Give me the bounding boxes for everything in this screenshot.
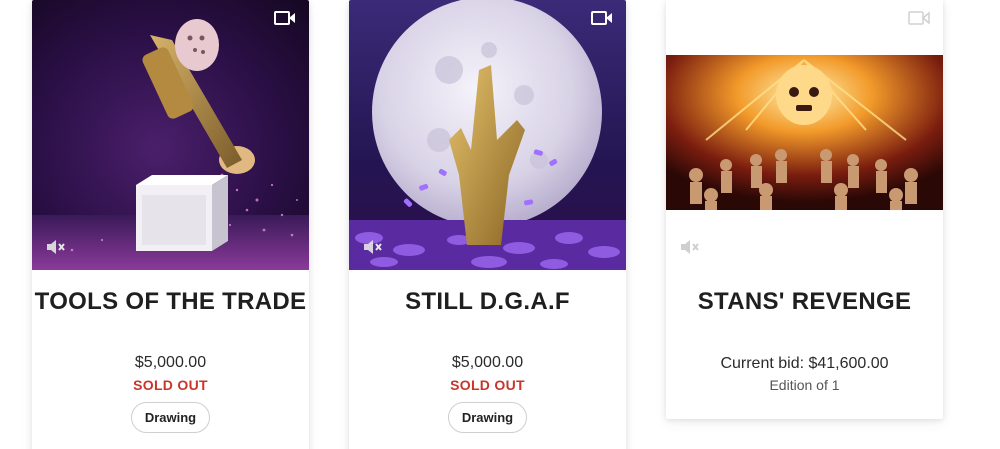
artwork-title[interactable]: STILL D.G.A.F [349,286,626,318]
video-icon [591,11,612,25]
artwork-title[interactable]: TOOLS OF THE TRADE [32,286,309,318]
artwork-image [666,0,943,270]
current-bid: Current bid: $41,600.00 [720,355,889,372]
tag-container: Drawing [349,402,626,433]
artwork-price: $5,000.00 [451,354,524,371]
category-tag[interactable]: Drawing [447,402,528,433]
artwork-title[interactable]: STANS' REVENGE [666,286,943,318]
video-icon [274,11,295,25]
artwork-card-still-dgaf[interactable]: STILL D.G.A.F $5,000.00 SOLD OUT Drawing [349,0,626,449]
artwork-card-tools-of-the-trade[interactable]: TOOLS OF THE TRADE $5,000.00 SOLD OUT Dr… [32,0,309,449]
muted-speaker-icon[interactable] [361,236,383,258]
category-tag[interactable]: Drawing [130,402,211,433]
edition-info: Edition of 1 [769,377,840,393]
muted-speaker-icon[interactable] [678,236,700,258]
artwork-grid: TOOLS OF THE TRADE $5,000.00 SOLD OUT Dr… [0,0,1000,449]
artwork-video-preview[interactable] [349,0,626,270]
sold-out-status: SOLD OUT [450,377,525,393]
artwork-image [349,0,626,270]
tag-container: Drawing [32,402,309,433]
video-icon [908,11,930,25]
muted-speaker-icon[interactable] [44,236,66,258]
sold-out-status: SOLD OUT [133,377,208,393]
artwork-image [32,0,309,270]
artwork-price: $5,000.00 [134,354,207,371]
artwork-card-stans-revenge[interactable]: STANS' REVENGE Current bid: $41,600.00 E… [666,0,943,419]
artwork-video-preview[interactable] [666,0,943,270]
artwork-video-preview[interactable] [32,0,309,270]
